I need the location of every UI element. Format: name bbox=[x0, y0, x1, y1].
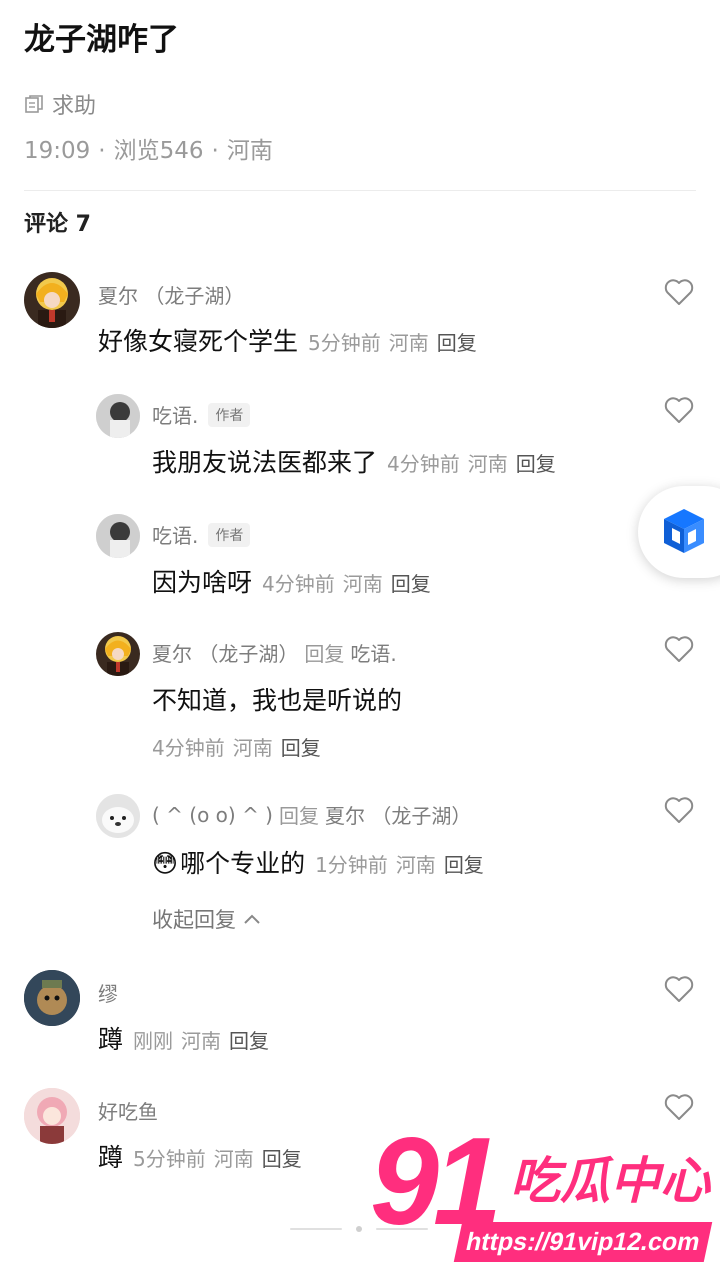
comment-text: 因为啥呀 bbox=[152, 568, 253, 597]
avatar[interactable] bbox=[24, 1088, 80, 1144]
post-tag[interactable]: 求助 bbox=[24, 88, 96, 120]
comment-meta: 4分钟前 河南 回复 bbox=[387, 448, 564, 477]
author-name[interactable]: 缪 bbox=[98, 978, 118, 1007]
comment-time: 刚刚 bbox=[133, 1029, 174, 1053]
comment-meta: 刚刚 河南 回复 bbox=[133, 1025, 277, 1054]
flushed-emoji-icon: 😳 bbox=[152, 849, 179, 878]
reply-button[interactable]: 回复 bbox=[444, 853, 484, 877]
watermark: 91 吃瓜中心 https://91vip12.com bbox=[370, 1120, 715, 1270]
comment-meta: 5分钟前 河南 回复 bbox=[308, 327, 485, 356]
post-title: 龙子湖咋了 bbox=[24, 22, 179, 58]
comment-text: 不知道，我也是听说的 bbox=[152, 686, 403, 715]
comment-location: 河南 bbox=[213, 1147, 254, 1171]
avatar[interactable] bbox=[96, 514, 140, 558]
floating-app-button[interactable] bbox=[638, 486, 720, 578]
reply-button[interactable]: 回复 bbox=[516, 452, 556, 476]
comment-author[interactable]: 缪 bbox=[98, 978, 118, 1007]
reply-button[interactable]: 回复 bbox=[391, 572, 431, 596]
comment-author[interactable]: 夏尔 （龙子湖） bbox=[98, 280, 244, 309]
author-name[interactable]: 好吃鱼 bbox=[98, 1096, 158, 1125]
author-name[interactable]: 夏尔 （龙子湖） bbox=[98, 280, 244, 309]
comment-location: 河南 bbox=[467, 452, 508, 476]
author-name[interactable]: 吃语. bbox=[152, 520, 198, 549]
heart-icon[interactable] bbox=[664, 975, 694, 1003]
reply-button[interactable]: 回复 bbox=[281, 736, 321, 760]
comment-body: 因为啥呀 4分钟前 河南 回复 bbox=[152, 563, 439, 599]
comment-body: 好像女寝死个学生 5分钟前 河南 回复 bbox=[98, 322, 485, 358]
comment-meta: 5分钟前 河南 回复 bbox=[133, 1143, 310, 1172]
author-name[interactable]: ( ^ (o o) ^ ) bbox=[152, 803, 273, 827]
avatar[interactable] bbox=[24, 970, 80, 1026]
comment-time: 4分钟前 bbox=[387, 452, 460, 476]
reply-button[interactable]: 回复 bbox=[437, 331, 477, 355]
pager-line bbox=[290, 1228, 342, 1230]
comment-time: 1分钟前 bbox=[315, 853, 388, 877]
reply-button[interactable]: 回复 bbox=[262, 1147, 302, 1171]
avatar[interactable] bbox=[96, 794, 140, 838]
comment-text: 好像女寝死个学生 bbox=[98, 327, 299, 356]
comment-text: 蹲 bbox=[98, 1025, 124, 1054]
reply-word: 回复 bbox=[304, 642, 345, 666]
post-views: 浏览546 bbox=[113, 138, 204, 164]
comment-body: 😳 哪个专业的 1分钟前 河南 回复 bbox=[152, 844, 492, 880]
comment-meta: 4分钟前 河南 回复 bbox=[262, 568, 439, 597]
comment-text: 哪个专业的 bbox=[180, 849, 306, 878]
comment-author[interactable]: 吃语. 作者 bbox=[152, 520, 251, 549]
comment-time: 5分钟前 bbox=[133, 1147, 206, 1171]
heart-icon[interactable] bbox=[664, 1093, 694, 1121]
heart-icon[interactable] bbox=[664, 396, 694, 424]
post-meta: 19:09 · 浏览546 · 河南 bbox=[24, 131, 273, 165]
comment-time: 4分钟前 bbox=[262, 572, 335, 596]
watermark-url: https://91vip12.com bbox=[453, 1222, 713, 1262]
comment-location: 河南 bbox=[342, 572, 383, 596]
comment-meta-line: 4分钟前 河南 回复 bbox=[152, 732, 329, 761]
post-location: 河南 bbox=[226, 138, 273, 164]
comment-location: 河南 bbox=[395, 853, 436, 877]
post-tag-label: 求助 bbox=[52, 94, 97, 119]
reply-target-name[interactable]: 吃语. bbox=[350, 638, 396, 667]
meta-separator: · bbox=[98, 138, 106, 164]
heart-icon[interactable] bbox=[664, 278, 694, 306]
meta-separator: · bbox=[211, 138, 219, 164]
post-time: 19:09 bbox=[24, 138, 91, 164]
comment-author: 夏尔 （龙子湖） 回复 吃语. bbox=[152, 638, 397, 667]
author-badge: 作者 bbox=[208, 402, 251, 427]
comments-header: 评论 7 bbox=[24, 212, 91, 237]
pager-dot bbox=[356, 1226, 362, 1232]
collapse-replies-button[interactable]: 收起回复 bbox=[152, 904, 262, 934]
document-icon bbox=[25, 95, 43, 113]
avatar[interactable] bbox=[24, 272, 80, 328]
comment-location: 河南 bbox=[181, 1029, 222, 1053]
comment-meta: 1分钟前 河南 回复 bbox=[315, 849, 492, 878]
author-name[interactable]: 夏尔 （龙子湖） bbox=[152, 638, 298, 667]
comment-body: 蹲 刚刚 河南 回复 bbox=[98, 1020, 277, 1056]
collapse-replies-label: 收起回复 bbox=[152, 908, 236, 932]
author-badge: 作者 bbox=[208, 522, 251, 547]
comment-time: 4分钟前 bbox=[152, 736, 225, 760]
watermark-text: 吃瓜中心 bbox=[510, 1152, 710, 1210]
comment-location: 河南 bbox=[388, 331, 429, 355]
comment-author[interactable]: 吃语. 作者 bbox=[152, 400, 251, 429]
reply-button[interactable]: 回复 bbox=[229, 1029, 269, 1053]
comment-body: 我朋友说法医都来了 4分钟前 河南 回复 bbox=[152, 443, 564, 479]
divider bbox=[24, 190, 696, 191]
comment-author[interactable]: 好吃鱼 bbox=[98, 1096, 158, 1125]
heart-icon[interactable] bbox=[664, 635, 694, 663]
cube-app-icon bbox=[664, 509, 704, 553]
comment-body: 蹲 5分钟前 河南 回复 bbox=[98, 1138, 310, 1174]
chevron-up-icon bbox=[244, 914, 260, 924]
comment-author: ( ^ (o o) ^ ) 回复 夏尔 （龙子湖） bbox=[152, 800, 471, 829]
avatar[interactable] bbox=[96, 394, 140, 438]
avatar[interactable] bbox=[96, 632, 140, 676]
comment-location: 河南 bbox=[232, 736, 273, 760]
comment-body: 不知道，我也是听说的 bbox=[152, 681, 402, 717]
comment-time: 5分钟前 bbox=[308, 331, 381, 355]
comment-text: 我朋友说法医都来了 bbox=[152, 448, 378, 477]
reply-target-name[interactable]: 夏尔 （龙子湖） bbox=[325, 800, 471, 829]
comment-meta: 4分钟前 河南 回复 bbox=[152, 732, 329, 761]
heart-icon[interactable] bbox=[664, 796, 694, 824]
author-name[interactable]: 吃语. bbox=[152, 400, 198, 429]
comment-text: 蹲 bbox=[98, 1143, 124, 1172]
reply-word: 回复 bbox=[279, 804, 319, 828]
